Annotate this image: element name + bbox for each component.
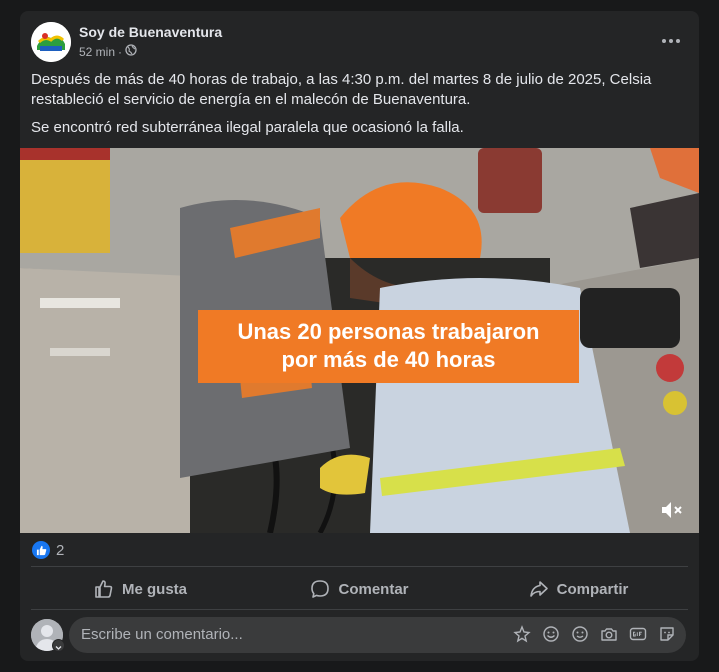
thumbs-up-icon: [95, 580, 113, 598]
post-time[interactable]: 52 min: [79, 45, 115, 59]
like-label: Me gusta: [121, 580, 187, 598]
avatar-sticker-icon[interactable]: [513, 625, 531, 643]
globe-icon: [125, 44, 137, 59]
comment-placeholder: Escribe un comentario...: [81, 626, 243, 643]
post-actions: Me gusta Comentar Compartir: [31, 569, 688, 609]
post-video[interactable]: Unas 20 personas trabajaron por más de 4…: [20, 148, 699, 533]
like-button[interactable]: Me gusta: [31, 569, 250, 609]
post-body: Después de más de 40 horas de trabajo, a…: [31, 70, 686, 146]
post-card: Soy de Buenaventura 52 min · Después de …: [20, 11, 699, 661]
comment-button[interactable]: Comentar: [250, 569, 469, 609]
comment-input[interactable]: Escribe un comentario...: [69, 617, 686, 653]
chevron-down-icon[interactable]: [52, 639, 65, 652]
reaction-summary[interactable]: 2: [32, 539, 64, 561]
share-label: Compartir: [556, 580, 629, 598]
more-options-button[interactable]: [655, 25, 687, 57]
share-button[interactable]: Compartir: [469, 569, 688, 609]
comment-composer: Escribe un comentario...: [31, 617, 688, 653]
post-paragraph: Después de más de 40 horas de trabajo, a…: [31, 71, 652, 108]
share-icon: [529, 581, 548, 597]
post-header: Soy de Buenaventura 52 min ·: [20, 11, 699, 73]
like-icon: [32, 541, 50, 559]
comment-icon: [311, 580, 330, 598]
video-caption: Unas 20 personas trabajaron por más de 4…: [198, 310, 579, 383]
divider: [31, 566, 688, 567]
more-icon: [662, 39, 680, 43]
mute-button[interactable]: [659, 499, 685, 521]
smiley-icon[interactable]: [571, 625, 589, 643]
gif-icon[interactable]: [629, 625, 647, 643]
comment-label: Comentar: [338, 580, 409, 598]
divider: [31, 609, 688, 610]
meta-separator: ·: [118, 44, 123, 59]
page-name[interactable]: Soy de Buenaventura: [79, 24, 222, 40]
speaker-muted-icon: [662, 502, 682, 518]
video-caption-line: por más de 40 horas: [281, 347, 496, 372]
post-meta: 52 min ·: [79, 44, 137, 59]
video-caption-line: Unas 20 personas trabajaron: [237, 319, 540, 344]
emoji-icon[interactable]: [542, 625, 560, 643]
page-avatar[interactable]: [31, 22, 71, 62]
reaction-count: 2: [56, 541, 65, 559]
comment-tools: [513, 625, 676, 643]
sticker-icon[interactable]: [658, 625, 676, 643]
camera-icon[interactable]: [600, 625, 618, 643]
post-paragraph: Se encontró red subterránea ilegal paral…: [31, 119, 464, 136]
